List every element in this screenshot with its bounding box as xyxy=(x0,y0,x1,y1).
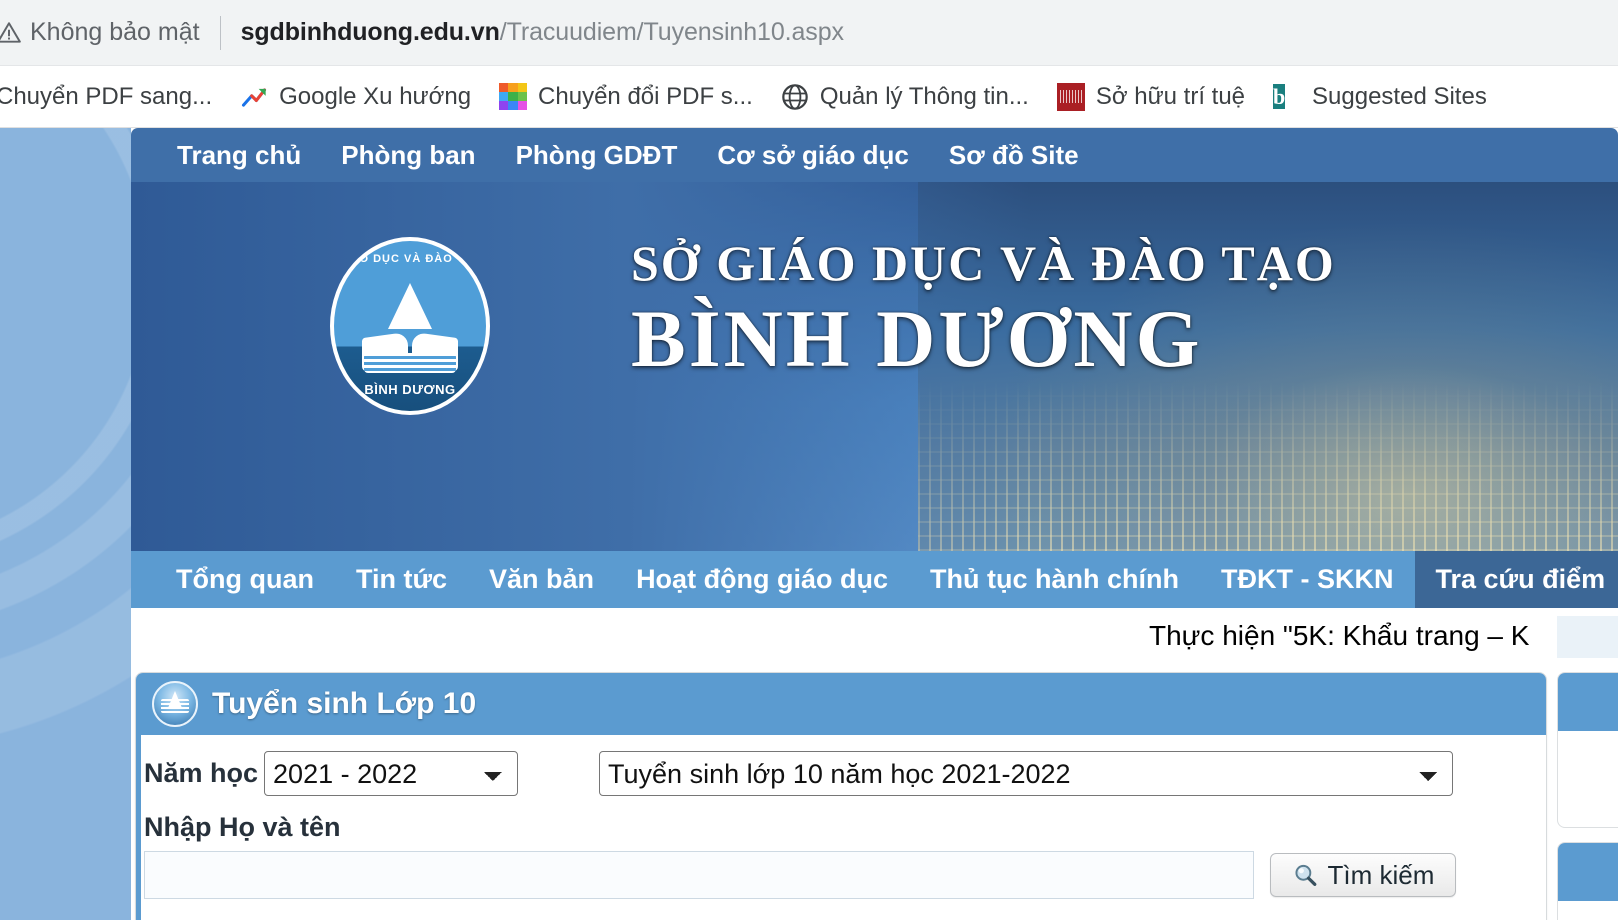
site-container: Trang chủ Phòng ban Phòng GDĐT Cơ sở giá… xyxy=(131,128,1618,920)
panel-left-accent xyxy=(136,735,141,920)
school-seal-icon xyxy=(152,681,198,727)
school-year-select[interactable]: 2021 - 2022 xyxy=(264,751,519,796)
right-sidebar-partial xyxy=(1557,616,1618,920)
right-widget-strip xyxy=(1557,616,1618,658)
bookmark-item[interactable]: b Suggested Sites xyxy=(1259,74,1501,120)
bookmarks-bar: Chuyển PDF sang... Google Xu hướng Chuyể… xyxy=(0,66,1618,128)
browser-address-bar[interactable]: Không bảo mật sgdbinhduong.edu.vn/Tracuu… xyxy=(0,0,1618,66)
logo-arc-text: GIÁO DỤC VÀ ĐÀO TẠO xyxy=(336,253,484,265)
name-input-label: Nhập Họ và tên xyxy=(144,812,341,842)
subnav-item-hoat-dong-giao-duc[interactable]: Hoạt động giáo dục xyxy=(615,551,909,608)
bookmark-item[interactable]: Google Xu hướng xyxy=(226,74,485,120)
color-grid-icon xyxy=(499,82,528,111)
logo-name-text: BÌNH DƯƠNG xyxy=(364,382,456,397)
department-logo: GIÁO DỤC VÀ ĐÀO TẠO BÌNH DƯƠNG xyxy=(330,237,490,415)
bookmark-label: Suggested Sites xyxy=(1312,82,1487,110)
marquee-text: Thực hiện "5K: Khẩu trang – K xyxy=(1149,620,1530,651)
panel-title: Tuyển sinh Lớp 10 xyxy=(212,687,477,720)
bing-b-icon: b xyxy=(1273,83,1301,111)
logo-book-shape xyxy=(362,293,458,373)
banner-title-line1: SỞ GIÁO DỤC VÀ ĐÀO TẠO xyxy=(631,235,1336,291)
subnav-item-van-ban[interactable]: Văn bản xyxy=(468,551,615,608)
secondary-navigation: Tổng quan Tin tức Văn bản Hoạt động giáo… xyxy=(131,551,1618,608)
bookmark-label: Quản lý Thông tin... xyxy=(819,82,1029,110)
warning-triangle-icon[interactable] xyxy=(0,16,24,50)
subnav-item-tong-quan[interactable]: Tổng quan xyxy=(155,551,335,608)
magnifier-icon xyxy=(1292,862,1318,888)
announcement-marquee: Thực hiện "5K: Khẩu trang – K xyxy=(131,608,1618,666)
primary-navigation: Trang chủ Phòng ban Phòng GDĐT Cơ sở giá… xyxy=(131,128,1618,182)
bookmark-item[interactable]: Chuyển PDF sang... xyxy=(0,74,226,120)
year-and-exam-row: Năm học 2021 - 2022 Tuyển sinh lớp 10 nă… xyxy=(136,751,1546,796)
subnav-item-tra-cuu-diem[interactable]: Tra cứu điểm xyxy=(1414,551,1618,608)
nav-item-so-do-site[interactable]: Sơ đồ Site xyxy=(929,128,1099,182)
right-widget-header xyxy=(1558,843,1618,901)
red-document-icon xyxy=(1056,82,1085,111)
panel-header: Tuyển sinh Lớp 10 xyxy=(136,673,1546,735)
site-banner: GIÁO DỤC VÀ ĐÀO TẠO BÌNH DƯƠNG SỞ GIÁO D… xyxy=(131,182,1618,551)
search-button[interactable]: Tìm kiếm xyxy=(1270,853,1456,897)
bookmark-label: Chuyển PDF sang... xyxy=(0,82,213,110)
bookmark-label: Sở hữu trí tuệ xyxy=(1095,82,1246,110)
panel-body: Năm học 2021 - 2022 Tuyển sinh lớp 10 nă… xyxy=(136,735,1546,920)
banner-title: SỞ GIÁO DỤC VÀ ĐÀO TẠO BÌNH DƯƠNG xyxy=(631,234,1611,380)
url-text[interactable]: sgdbinhduong.edu.vn/Tracuudiem/Tuyensinh… xyxy=(241,18,844,47)
nav-item-trang-chu[interactable]: Trang chủ xyxy=(157,128,321,182)
subnav-item-tdkt-skkn[interactable]: TĐKT - SKKN xyxy=(1200,551,1414,608)
right-widget-card[interactable] xyxy=(1557,672,1618,828)
url-host: sgdbinhduong.edu.vn xyxy=(240,18,500,46)
security-status-label: Không bảo mật xyxy=(30,18,200,46)
bookmark-item[interactable]: Sở hữu trí tuệ xyxy=(1043,74,1259,120)
search-button-label: Tìm kiếm xyxy=(1327,859,1435,890)
exam-select[interactable]: Tuyển sinh lớp 10 năm học 2021-2022 xyxy=(599,751,1454,796)
bookmark-label: Google Xu hướng xyxy=(279,82,472,110)
nav-item-phong-gddt[interactable]: Phòng GDĐT xyxy=(496,128,698,182)
bookmark-item[interactable]: Quản lý Thông tin... xyxy=(767,74,1043,120)
bookmark-item[interactable]: Chuyển đổi PDF s... xyxy=(485,74,767,120)
search-row: Tìm kiếm xyxy=(136,851,1546,899)
url-path: /Tracuudiem/Tuyensinh10.aspx xyxy=(499,18,844,46)
name-search-input[interactable] xyxy=(144,851,1254,899)
page-background: Trang chủ Phòng ban Phòng GDĐT Cơ sở giá… xyxy=(0,128,1618,920)
globe-icon xyxy=(781,83,809,111)
subnav-item-thu-tuc-hanh-chinh[interactable]: Thủ tục hành chính xyxy=(909,551,1200,608)
right-widget-card[interactable] xyxy=(1557,842,1618,920)
right-widget-header xyxy=(1558,673,1618,731)
nav-item-co-so-giao-duc[interactable]: Cơ sở giáo dục xyxy=(697,128,929,182)
banner-title-line2: BÌNH DƯƠNG xyxy=(631,293,1203,384)
subnav-item-tin-tuc[interactable]: Tin tức xyxy=(335,551,468,608)
admission-lookup-panel: Tuyển sinh Lớp 10 Năm học 2021 - 2022 Tu… xyxy=(135,672,1547,920)
screenshot-root: Không bảo mật sgdbinhduong.edu.vn/Tracuu… xyxy=(0,0,1618,920)
year-label: Năm học xyxy=(144,758,259,788)
bing-b-glyph: b xyxy=(1273,83,1286,109)
nav-item-phong-ban[interactable]: Phòng ban xyxy=(321,128,495,182)
trending-up-icon xyxy=(240,83,268,111)
bookmark-label: Chuyển đổi PDF s... xyxy=(538,82,753,110)
omnibox-divider xyxy=(219,15,221,50)
